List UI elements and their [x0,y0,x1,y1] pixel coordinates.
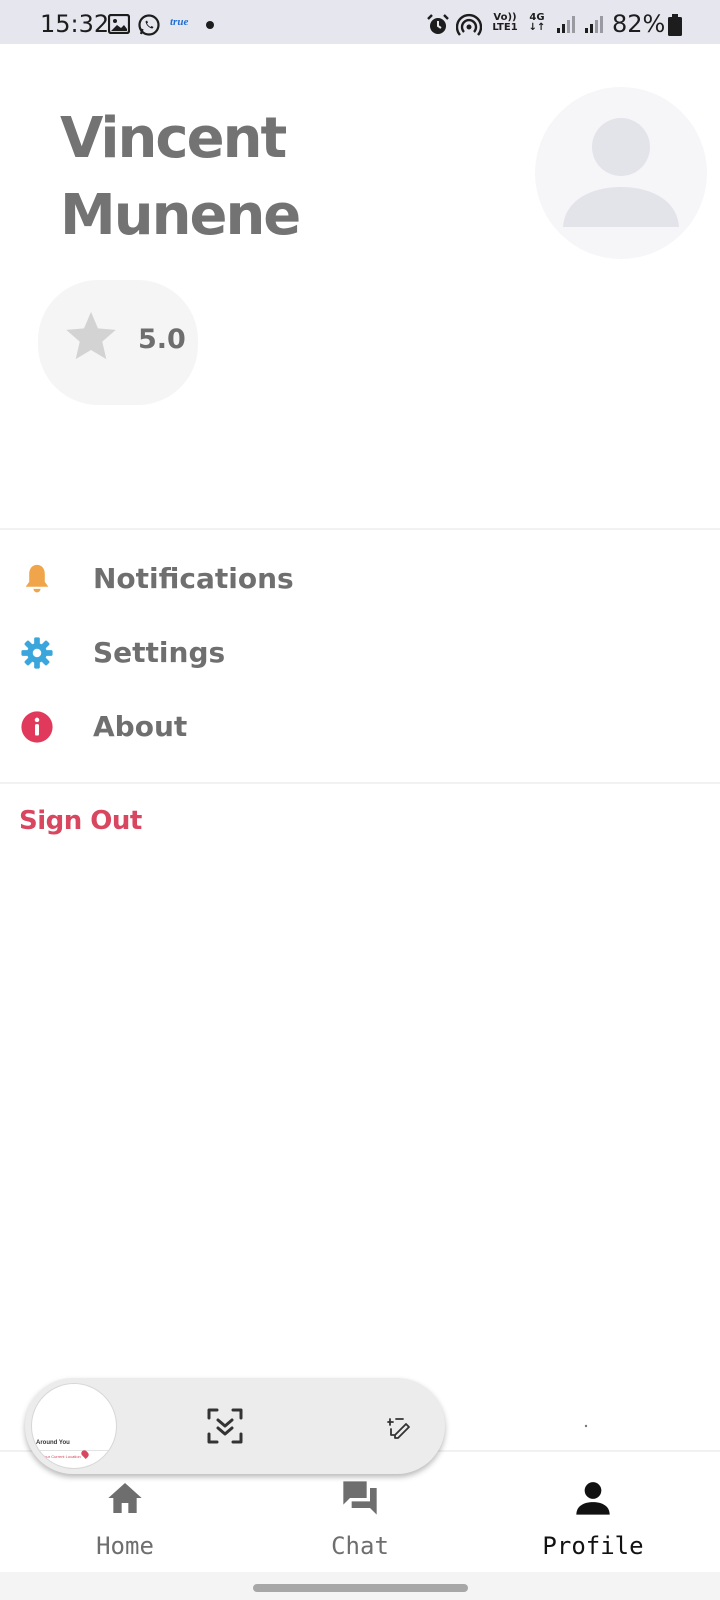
rating-value: 5.0 [138,324,186,355]
nav-item-profile[interactable]: Profile [513,1452,673,1574]
sign-out-button[interactable]: Sign Out [19,806,142,836]
thumbnail-subtitle: Your Current Location [42,1454,81,1459]
profile-last-name: Munene [60,183,301,248]
menu-item-settings[interactable]: Settings [0,622,720,684]
nav-label-profile: Profile [542,1532,644,1560]
signal-strength-2-icon [585,16,603,33]
dot-icon [584,1424,588,1428]
gear-icon [21,637,53,669]
divider [0,782,720,784]
avatar[interactable] [535,87,707,259]
status-time: 15:32 [40,10,110,38]
gallery-icon [108,14,130,34]
scroll-capture-icon[interactable] [205,1406,245,1446]
screenshot-toolbar: Around You Your Current Location [25,1378,445,1474]
nav-label-home: Home [96,1532,154,1560]
profile-name: Vincent Munene [60,100,390,254]
status-bar: 15:32 true Vo)) LTE1 4G ↓↑ 82% [0,0,720,44]
divider [0,528,720,530]
network-indicator: 4G ↓↑ [526,13,548,33]
hotspot-icon [456,13,482,36]
home-icon [108,1483,142,1513]
person-icon [576,1482,610,1515]
menu-item-notifications[interactable]: Notifications [0,548,720,610]
star-icon [66,311,116,360]
alarm-icon [427,14,449,34]
notification-dot-icon [206,21,214,29]
bell-icon [25,564,49,593]
edit-screenshot-icon[interactable] [387,1415,411,1439]
signal-strength-icon [557,16,575,33]
battery-icon [668,14,682,36]
whatsapp-icon [138,14,160,36]
menu-item-label: Notifications [93,562,294,595]
thumbnail-title: Around You [36,1440,70,1446]
person-icon [563,118,679,227]
gesture-handle[interactable] [253,1584,468,1592]
screenshot-thumbnail[interactable]: Around You Your Current Location [31,1383,117,1469]
profile-first-name: Vincent [60,106,287,171]
menu-item-label: Settings [93,636,226,669]
chat-icon [343,1481,377,1515]
menu-item-about[interactable]: About [0,696,720,758]
volte-indicator: Vo)) LTE1 [490,13,520,33]
info-icon [21,711,53,743]
true-app-badge: true [170,16,189,28]
data-arrows-icon: ↓↑ [528,22,546,33]
menu-item-label: About [93,710,188,743]
battery-percent: 82% [612,10,666,38]
thumbnail-divider [32,1450,116,1451]
lte-label: LTE1 [492,22,518,33]
nav-label-chat: Chat [331,1532,389,1560]
